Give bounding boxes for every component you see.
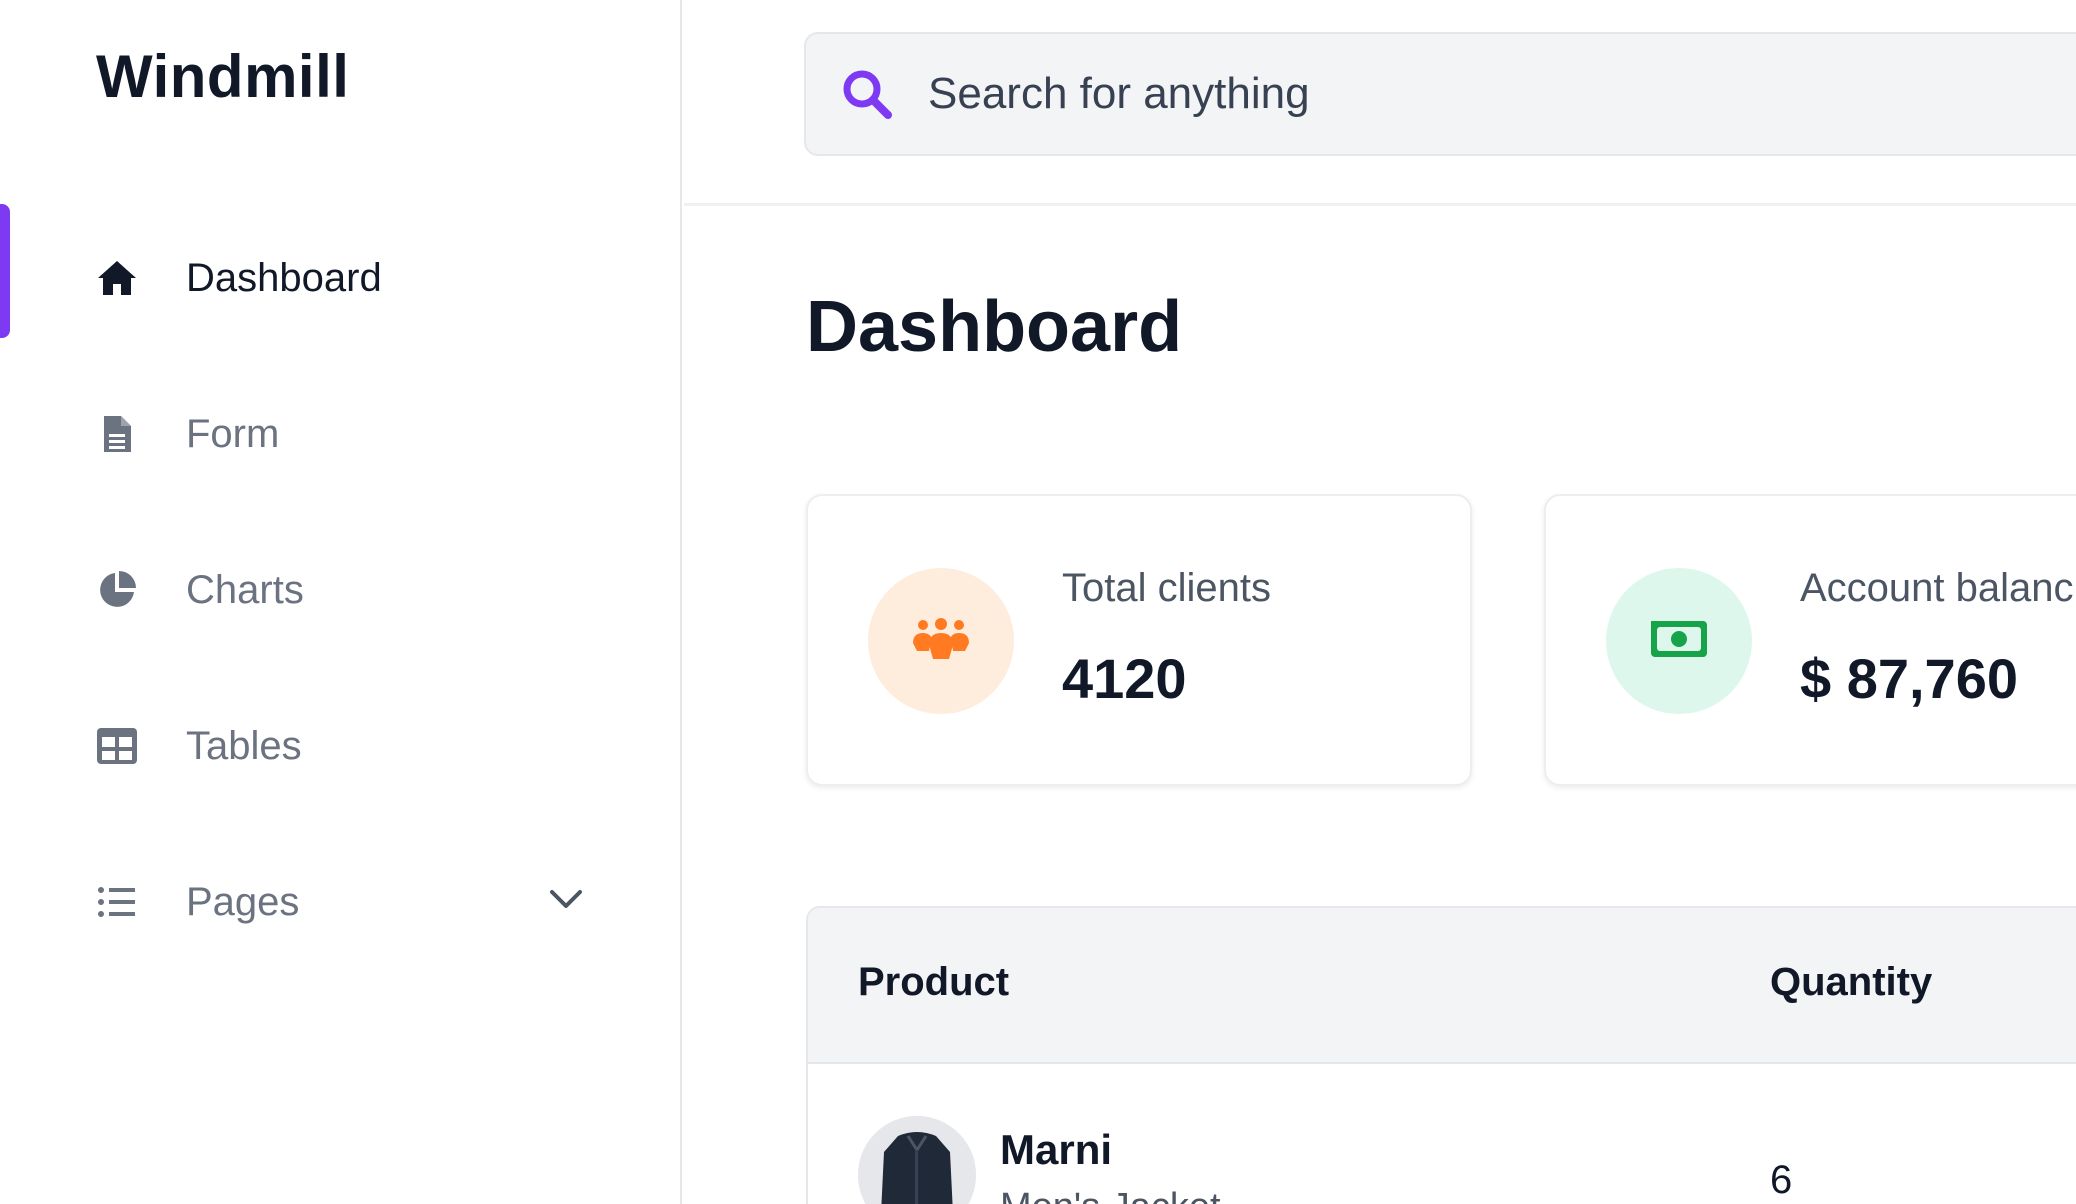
list-icon — [94, 879, 140, 925]
sidebar-item-label: Form — [186, 411, 280, 456]
stat-label: Total clients — [1062, 566, 1271, 610]
sidebar-item-dashboard[interactable]: Dashboard — [0, 200, 680, 356]
sidebar-item-label: Charts — [186, 567, 304, 612]
table-row[interactable]: Marni Men's Jacket 6 — [808, 1066, 2076, 1204]
home-icon — [94, 255, 140, 301]
product-quantity: 6 — [1770, 1158, 1793, 1202]
column-header-quantity[interactable]: Quantity — [1770, 960, 1932, 1005]
column-header-product[interactable]: Product — [858, 960, 1009, 1005]
stat-badge — [868, 568, 1014, 714]
stat-value: 4120 — [1062, 647, 1187, 710]
document-icon — [94, 411, 140, 457]
cash-icon — [1649, 619, 1709, 664]
sidebar-item-label: Pages — [186, 879, 300, 924]
search-input[interactable] — [928, 69, 2028, 119]
product-image — [858, 1116, 976, 1204]
stat-card-total-clients: Total clients 4120 — [806, 494, 1472, 786]
sidebar-item-tables[interactable]: Tables — [0, 668, 680, 824]
sidebar-nav: Dashboard Form Charts Tables Pages — [0, 200, 680, 980]
sidebar-item-pages[interactable]: Pages — [0, 824, 680, 980]
brand-logo-text[interactable]: Windmill — [96, 42, 349, 111]
table-header: Product Quantity — [808, 908, 2076, 1064]
stat-label: Account balanc — [1800, 566, 2074, 610]
sidebar-item-charts[interactable]: Charts — [0, 512, 680, 668]
sidebar-item-label: Dashboard — [186, 255, 382, 300]
sidebar-item-form[interactable]: Form — [0, 356, 680, 512]
stat-badge — [1606, 568, 1752, 714]
chevron-down-icon[interactable] — [546, 880, 586, 920]
search-icon — [840, 67, 894, 121]
users-icon — [909, 617, 973, 666]
product-name: Marni — [1000, 1126, 1113, 1173]
active-indicator — [0, 204, 10, 338]
orders-table: Product Quantity Marni Men's Jacket 6 — [806, 906, 2076, 1204]
stat-value: $ 87,760 — [1800, 647, 2018, 710]
product-subtitle: Men's Jacket — [1000, 1186, 1221, 1204]
table-icon — [94, 723, 140, 769]
stat-card-account-balance: Account balanc $ 87,760 — [1544, 494, 2076, 786]
sidebar: Windmill Dashboard Form Charts Tables Pa… — [0, 0, 682, 1204]
pie-chart-icon — [94, 567, 140, 613]
top-header — [684, 0, 2076, 206]
page-title: Dashboard — [806, 287, 1183, 367]
sidebar-item-label: Tables — [186, 723, 302, 768]
search-bar[interactable] — [804, 32, 2076, 156]
